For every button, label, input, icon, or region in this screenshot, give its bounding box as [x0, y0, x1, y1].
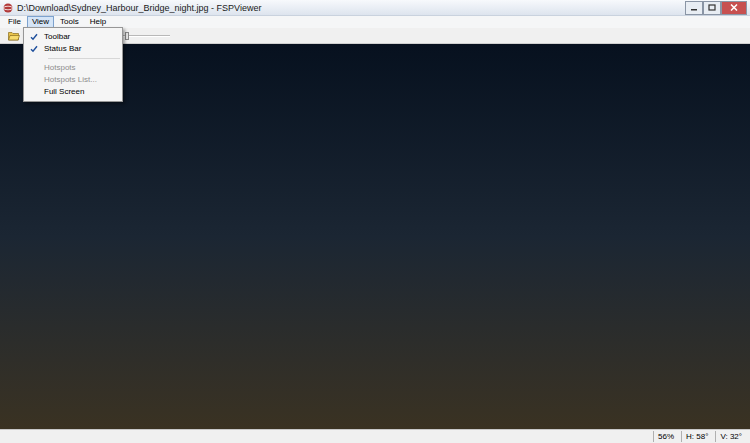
menu-item: Hotspots	[24, 62, 122, 74]
menu-item[interactable]: Toolbar	[24, 31, 122, 43]
app-icon	[3, 3, 13, 13]
title-bar: D:\Download\Sydney_Harbour_Bridge_night.…	[0, 0, 750, 16]
maximize-button[interactable]	[703, 1, 721, 15]
check-icon	[30, 45, 38, 53]
minimize-icon	[690, 4, 698, 11]
app-window: D:\Download\Sydney_Harbour_Bridge_night.…	[0, 0, 750, 443]
close-icon	[730, 4, 738, 11]
menu-item: Hotspots List...	[24, 74, 122, 86]
view-menu: ToolbarStatus Bar HotspotsHotspots List..…	[23, 27, 123, 102]
zoom-readout: 56%	[653, 431, 678, 442]
check-icon	[30, 33, 38, 41]
open-folder-icon[interactable]	[8, 31, 20, 41]
vertical-angle: V: 32°	[715, 431, 746, 442]
status-bar: 56%H: 58°V: 32°	[0, 429, 750, 443]
menu-separator	[48, 58, 120, 59]
menu-item[interactable]: Status Bar	[24, 43, 122, 55]
zoom-slider-thumb[interactable]	[125, 32, 129, 40]
window-title: D:\Download\Sydney_Harbour_Bridge_night.…	[17, 1, 261, 15]
close-button[interactable]	[721, 1, 747, 15]
menu-item[interactable]: Full Screen	[24, 86, 122, 98]
horizontal-angle: H: 58°	[681, 431, 712, 442]
maximize-icon	[708, 4, 716, 11]
minimize-button[interactable]	[685, 1, 703, 15]
